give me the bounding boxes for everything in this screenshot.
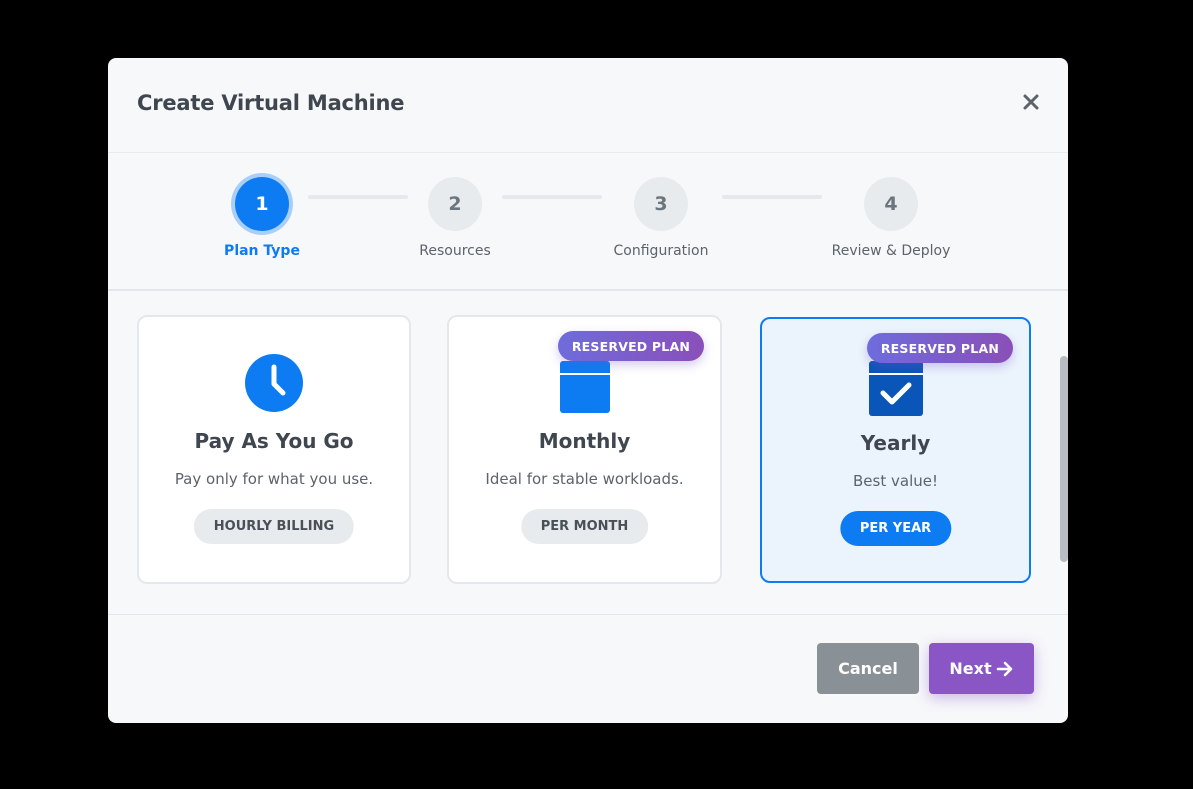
- step-4-circle[interactable]: 4: [864, 177, 918, 231]
- calendar-check-icon: [868, 353, 924, 421]
- arrow-right-icon: [996, 661, 1014, 677]
- step-1-label: Plan Type: [224, 243, 300, 259]
- modal-title: Create Virtual Machine: [137, 91, 405, 115]
- plan-title: Monthly: [538, 429, 631, 453]
- plan-title: Yearly: [860, 431, 931, 455]
- calendar-icon: [559, 353, 611, 419]
- plan-billing-badge: HOURLY BILLING: [193, 509, 355, 544]
- plan-card-pay-as-you-go[interactable]: Pay As You Go Pay only for what you use.…: [137, 315, 411, 584]
- plan-description: Ideal for stable workloads.: [485, 470, 684, 488]
- step-2-circle[interactable]: 2: [428, 177, 482, 231]
- plan-description: Best value!: [853, 472, 938, 490]
- reserved-plan-ribbon: RESERVED PLAN: [557, 331, 704, 361]
- next-label: Next: [949, 659, 992, 678]
- step-4-label: Review & Deploy: [831, 243, 951, 259]
- next-button[interactable]: Next: [929, 643, 1034, 694]
- clock-icon: [244, 353, 304, 417]
- step-connector: [722, 195, 822, 199]
- scrollbar[interactable]: [1060, 356, 1068, 562]
- step-connector: [308, 195, 408, 199]
- step-2-label: Resources: [419, 243, 491, 259]
- cancel-button[interactable]: Cancel: [817, 643, 919, 694]
- plan-billing-badge: PER YEAR: [839, 511, 952, 546]
- step-1-circle[interactable]: 1: [235, 177, 289, 231]
- plan-card-yearly[interactable]: RESERVED PLAN Yearly Best value! PER YEA…: [760, 317, 1031, 583]
- reserved-plan-ribbon: RESERVED PLAN: [866, 333, 1013, 363]
- plan-card-monthly[interactable]: RESERVED PLAN Monthly Ideal for stable w…: [447, 315, 722, 584]
- plan-billing-badge: PER MONTH: [520, 509, 649, 544]
- stepper-divider: [108, 289, 1068, 291]
- modal-header: Create Virtual Machine: [108, 58, 1068, 153]
- step-connector: [502, 195, 602, 199]
- close-icon[interactable]: [1022, 93, 1040, 111]
- footer-divider: [108, 614, 1068, 615]
- step-3-circle[interactable]: 3: [634, 177, 688, 231]
- step-3-label: Configuration: [613, 243, 709, 259]
- plan-description: Pay only for what you use.: [174, 470, 374, 488]
- plan-title: Pay As You Go: [194, 429, 354, 453]
